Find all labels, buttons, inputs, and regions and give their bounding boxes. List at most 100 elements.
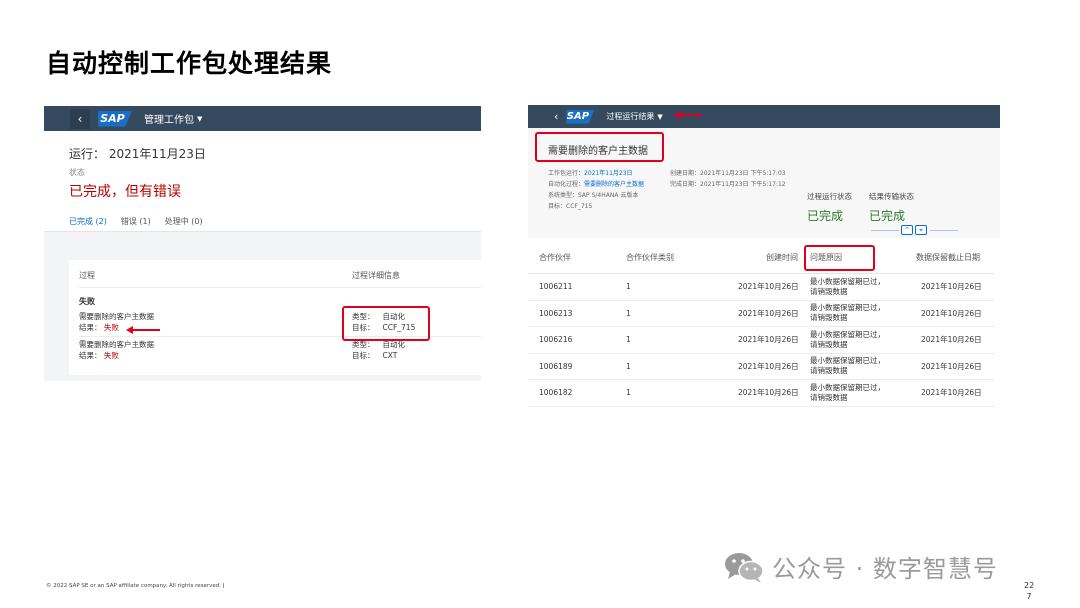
- annotation-box: [342, 306, 430, 341]
- sap-logo[interactable]: SAP: [98, 110, 132, 127]
- annotation-box: [535, 132, 664, 162]
- meta-value: CCF_715: [566, 203, 593, 210]
- cell-created: 2021年10月26日: [738, 335, 799, 345]
- annotation-box: [804, 245, 875, 271]
- type-label: 类型：: [352, 340, 375, 349]
- process-detail: 类型： 自动化 目标： CXT: [352, 339, 405, 361]
- cell-created: 2021年10月26日: [738, 361, 799, 371]
- target-value: CXT: [382, 351, 398, 360]
- left-shell-bar: ‹ SAP 管理工作包 ▼: [44, 106, 481, 131]
- status-label: 状态: [69, 168, 85, 177]
- meta-block-dates: 创建日期：2021年11月23日 下午5:17:03 完成日期：2021年11月…: [670, 168, 786, 190]
- cell-partner: 1006189: [539, 361, 573, 371]
- right-shell-bar: ‹ SAP 过程运行结果 ▼: [528, 105, 1000, 128]
- meta-label: 目标：: [548, 203, 567, 210]
- watermark-text: 公众号 · 数字智慧号: [772, 555, 998, 583]
- meta-label: 工作包运行：: [548, 170, 585, 177]
- kpi-label: 过程运行状态: [807, 192, 852, 201]
- cell-reason: 最小数据保留期已过，请销毁数据: [810, 276, 885, 296]
- column-header-created[interactable]: 创建时间: [766, 252, 798, 263]
- table-row[interactable]: 需要删除的客户主数据 结果： 失败: [79, 339, 154, 361]
- cell-category: 1: [626, 361, 631, 371]
- back-button[interactable]: ‹: [70, 108, 90, 129]
- cell-retention: 2021年10月26日: [921, 361, 982, 371]
- status-value: 已完成，但有错误: [69, 184, 181, 200]
- run-date: 运行： 2021年11月23日: [69, 147, 206, 161]
- chevron-down-icon[interactable]: ▼: [197, 115, 202, 123]
- cell-reason: 最小数据保留期已过，请销毁数据: [810, 382, 885, 402]
- left-object-header: 运行： 2021年11月23日 状态 已完成，但有错误 已完成 (2) 错误 (…: [44, 131, 481, 234]
- table-row[interactable]: 1006213 1 2021年10月26日 最小数据保留期已过，请销毁数据 20…: [528, 301, 994, 327]
- pin-header-button[interactable]: ⌖: [915, 225, 927, 235]
- cell-created: 2021年10月26日: [738, 282, 799, 292]
- cell-retention: 2021年10月26日: [921, 282, 982, 292]
- annotation-arrow: [674, 111, 702, 119]
- cell-category: 1: [626, 335, 631, 345]
- meta-label: 自动化过程：: [548, 181, 585, 188]
- column-header-detail: 过程详细信息: [352, 271, 400, 280]
- shell-title[interactable]: 管理工作包: [144, 111, 194, 126]
- meta-label: 创建日期：: [670, 170, 701, 177]
- meta-label: 完成日期：: [670, 181, 701, 188]
- target-label: 目标：: [352, 351, 375, 360]
- cell-retention: 2021年10月26日: [921, 308, 982, 318]
- type-value: 自动化: [382, 340, 406, 349]
- table-row[interactable]: 1006216 1 2021年10月26日 最小数据保留期已过，请销毁数据 20…: [528, 327, 994, 354]
- back-button[interactable]: ‹: [554, 110, 558, 123]
- cell-category: 1: [626, 388, 631, 398]
- page-number-bottom: 7: [1026, 592, 1032, 601]
- cell-retention: 2021年10月26日: [921, 335, 982, 345]
- meta-value: 2021年11月23日 下午5:17:03: [700, 170, 786, 177]
- process-name: 需要删除的客户主数据: [79, 340, 154, 349]
- table-row[interactable]: 1006189 1 2021年10月26日 最小数据保留期已过，请销毁数据 20…: [528, 354, 994, 380]
- table-row[interactable]: 1006211 1 2021年10月26日 最小数据保留期已过，请销毁数据 20…: [528, 274, 994, 301]
- cell-reason: 最小数据保留期已过，请销毁数据: [810, 356, 885, 376]
- kpi-value: 已完成: [807, 209, 844, 223]
- cell-category: 1: [626, 308, 631, 318]
- divider: [79, 287, 481, 288]
- column-header-category[interactable]: 合作伙伴类别: [626, 252, 674, 263]
- column-header-partner[interactable]: 合作伙伴: [539, 252, 571, 263]
- cell-created: 2021年10月26日: [738, 388, 799, 398]
- collapse-header-button[interactable]: ⌃: [901, 225, 913, 235]
- cell-reason: 最小数据保留期已过，请销毁数据: [810, 303, 885, 323]
- meta-link-run[interactable]: 2021年11月23日: [584, 170, 633, 177]
- kpi-label: 结果传输状态: [869, 192, 914, 201]
- table-row[interactable]: 1006182 1 2021年10月26日 最小数据保留期已过，请销毁数据 20…: [528, 380, 994, 407]
- column-header-process: 过程: [79, 271, 95, 280]
- copyright: © 2022 SAP SE or an SAP affiliate compan…: [46, 583, 225, 589]
- divider: [871, 230, 899, 231]
- meta-value: SAP S/4HANA 云版本: [578, 192, 639, 199]
- column-header-retention[interactable]: 数据保留截止日期: [916, 252, 980, 263]
- meta-link-process[interactable]: 需要删除的客户主数据: [584, 181, 644, 188]
- meta-block-left: 工作包运行：2021年11月23日 自动化过程：需要删除的客户主数据 系统类型：…: [548, 168, 644, 212]
- cell-category: 1: [626, 282, 631, 292]
- wechat-icon: [724, 550, 764, 584]
- kpi-value: 已完成: [869, 209, 906, 223]
- cell-partner: 1006182: [539, 388, 573, 398]
- chevron-down-icon[interactable]: ▼: [657, 113, 662, 121]
- meta-value: 2021年11月23日 下午5:17:12: [700, 181, 786, 188]
- header-collapse-controls: ⌃ ⌖: [901, 225, 927, 235]
- cell-partner: 1006213: [539, 308, 573, 318]
- sap-logo[interactable]: SAP: [566, 109, 595, 124]
- cell-created: 2021年10月26日: [738, 308, 799, 318]
- table-header: 合作伙伴 合作伙伴类别 创建时间 问题原因 数据保留截止日期: [528, 242, 994, 274]
- slide-title: 自动控制工作包处理结果: [46, 49, 333, 78]
- cell-partner: 1006216: [539, 335, 573, 345]
- result-label: 结果：: [79, 351, 102, 360]
- page-number: 22 7: [1024, 580, 1034, 602]
- annotation-arrow: [126, 326, 160, 334]
- divider: [930, 230, 958, 231]
- result-value: 失败: [103, 351, 119, 360]
- result-value: 失败: [103, 323, 119, 332]
- page-number-top: 22: [1024, 581, 1035, 590]
- process-name: 需要删除的客户主数据: [79, 312, 154, 321]
- watermark: 公众号 · 数字智慧号: [724, 549, 998, 584]
- shell-title[interactable]: 过程运行结果: [606, 111, 654, 122]
- section-failed: 失败: [79, 297, 95, 306]
- cell-retention: 2021年10月26日: [921, 388, 982, 398]
- result-label: 结果：: [79, 323, 102, 332]
- result-table: 合作伙伴 合作伙伴类别 创建时间 问题原因 数据保留截止日期 1006211 1…: [528, 242, 994, 407]
- cell-partner: 1006211: [539, 282, 573, 292]
